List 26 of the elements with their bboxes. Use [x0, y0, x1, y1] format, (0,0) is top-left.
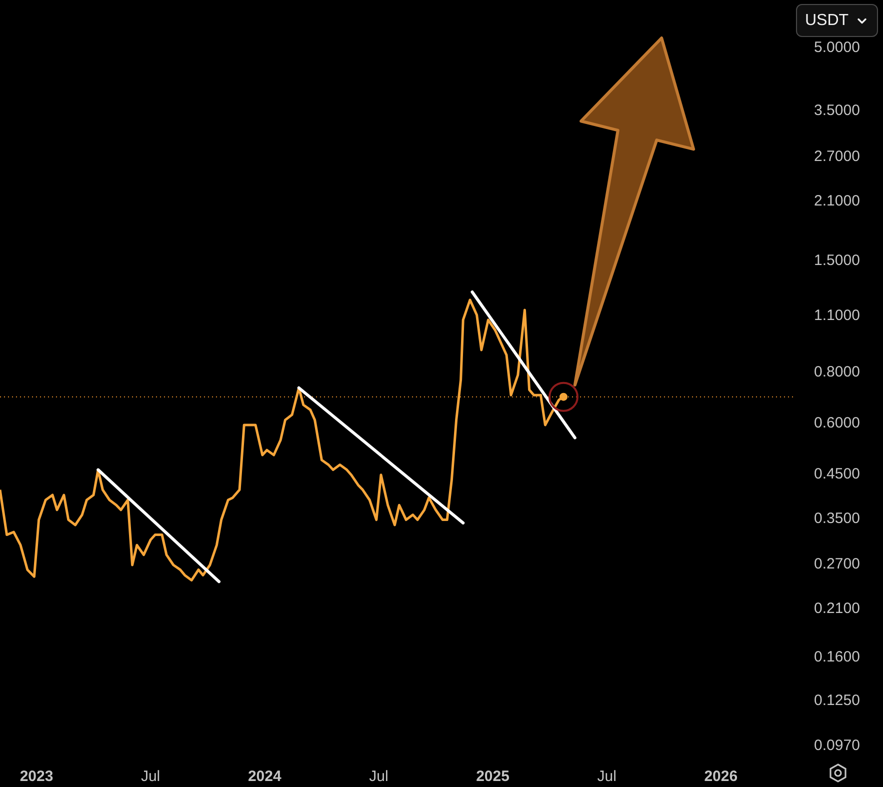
- highlight-circle: [548, 382, 578, 412]
- axis-label: Jul: [140, 768, 160, 785]
- axis-label: 3.5000: [814, 102, 860, 120]
- axis-label: 0.3500: [814, 510, 860, 527]
- axis-label: 2023: [20, 768, 54, 785]
- axis-label: 0.2100: [814, 600, 860, 618]
- currency-select[interactable]: USDT: [796, 4, 878, 37]
- axis-label: 1.5000: [814, 252, 860, 270]
- axis-label: 0.6000: [814, 414, 860, 432]
- price-dot: [560, 392, 568, 401]
- axis-label: 2024: [248, 768, 282, 785]
- axis-label: 5.0000: [814, 39, 860, 56]
- axis-label: Jul: [597, 768, 616, 785]
- axis-label: 0.4500: [814, 465, 860, 482]
- axis-label: 2026: [704, 768, 738, 785]
- axis-label: 0.0970: [814, 736, 860, 754]
- axis-label: 2025: [476, 768, 510, 785]
- axis-label: 2.1000: [814, 192, 860, 210]
- axis-label: 1.1000: [814, 307, 860, 324]
- settings-icon[interactable]: [828, 763, 848, 783]
- axis-label: 0.1250: [814, 692, 860, 710]
- axis-label: Jul: [369, 768, 388, 785]
- axis-label: 0.1600: [814, 648, 860, 666]
- axis-label: 0.8000: [814, 363, 860, 380]
- axis-label: 0.2700: [814, 556, 860, 573]
- axis-label: 2.7000: [814, 148, 860, 166]
